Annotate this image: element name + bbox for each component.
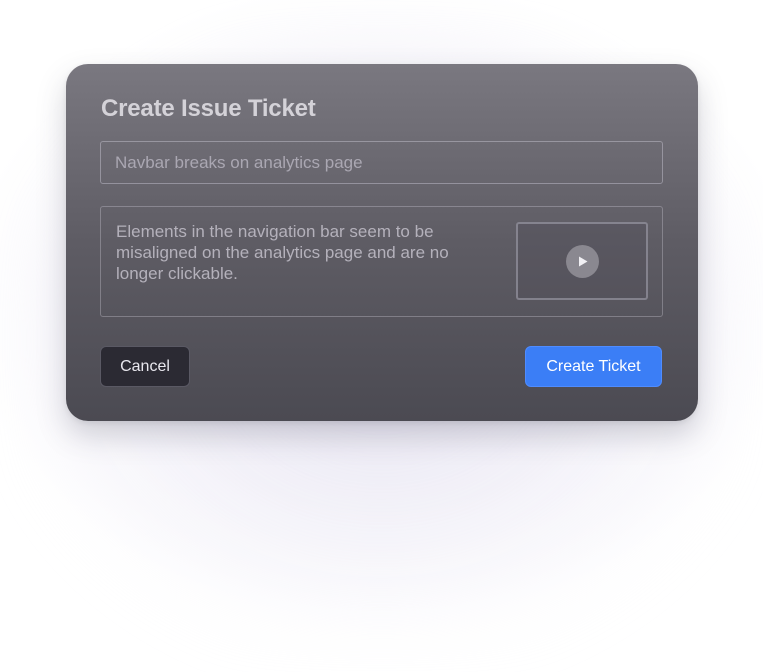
play-icon[interactable] bbox=[566, 245, 599, 278]
cancel-button[interactable]: Cancel bbox=[100, 346, 190, 387]
create-ticket-button[interactable]: Create Ticket bbox=[525, 346, 662, 387]
create-issue-modal: Create Issue Ticket Elements in the navi… bbox=[66, 64, 698, 421]
issue-description-text: Elements in the navigation bar seem to b… bbox=[116, 222, 449, 283]
modal-title: Create Issue Ticket bbox=[101, 95, 316, 122]
issue-title-input[interactable] bbox=[100, 141, 663, 184]
issue-description-field[interactable]: Elements in the navigation bar seem to b… bbox=[100, 206, 663, 317]
video-attachment-thumbnail[interactable] bbox=[516, 222, 648, 300]
